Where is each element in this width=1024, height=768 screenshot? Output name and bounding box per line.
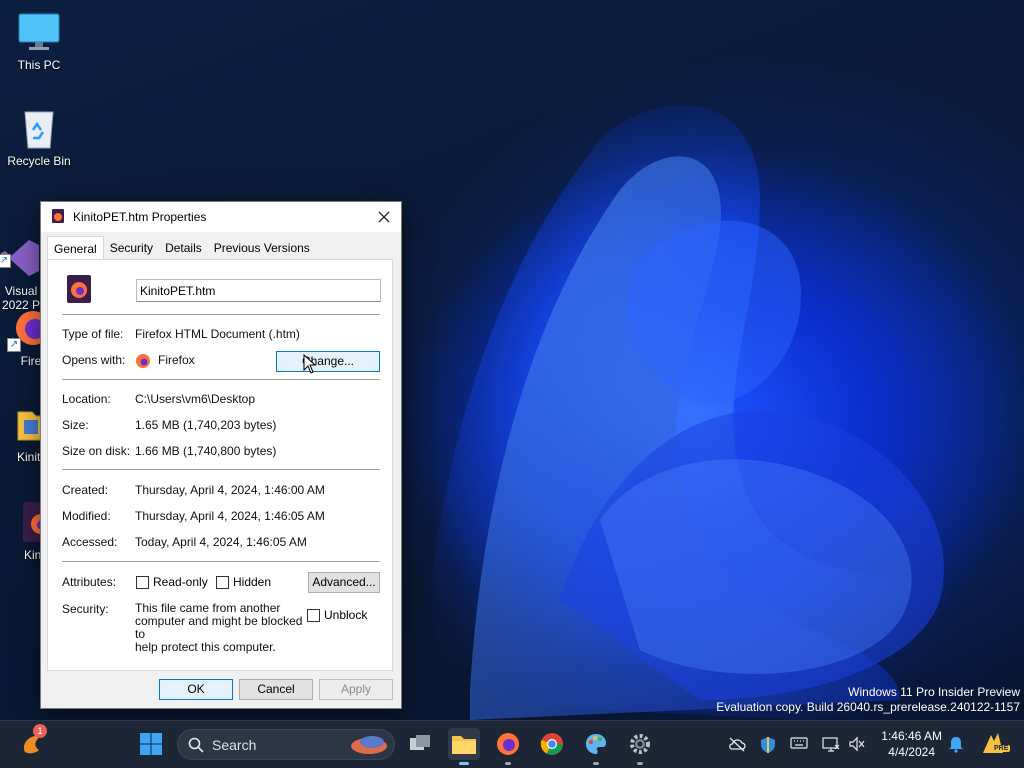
- chrome-taskbar-button[interactable]: [536, 728, 568, 760]
- file-type-icon: [51, 208, 65, 226]
- firefox-taskbar-button[interactable]: [492, 728, 524, 765]
- created-label: Created:: [62, 483, 109, 497]
- dialog-titlebar[interactable]: KinitoPET.htm Properties: [41, 202, 401, 232]
- paint-palette-icon: [586, 734, 606, 754]
- notification-bell-icon[interactable]: [948, 735, 964, 756]
- search-icon: [188, 737, 204, 753]
- checkbox-box[interactable]: [216, 575, 229, 589]
- task-view-icon: [410, 735, 430, 750]
- size-value: 1.65 MB (1,740,203 bytes): [135, 418, 277, 432]
- evaluation-watermark: Windows 11 Pro Insider Preview Evaluatio…: [716, 685, 1020, 715]
- cloud-offline-icon[interactable]: [728, 736, 746, 755]
- taskbar-search[interactable]: Search: [177, 729, 395, 760]
- location-value: C:\Users\vm6\Desktop: [135, 392, 256, 406]
- accessed-label: Accessed:: [62, 535, 118, 549]
- chrome-icon: [540, 733, 563, 755]
- size-on-disk-label: Size on disk:: [62, 444, 131, 458]
- unblock-checkbox[interactable]: Unblock: [307, 608, 367, 622]
- filename-field[interactable]: KinitoPET.htm: [136, 279, 381, 302]
- modified-value: Thursday, April 4, 2024, 1:46:05 AM: [135, 509, 325, 523]
- ok-button[interactable]: OK: [159, 679, 233, 700]
- desktop-icon-label: Recycle Bin: [7, 154, 71, 168]
- search-highlight-icon: [350, 732, 388, 757]
- desktop-icon-this-pc[interactable]: This PC: [0, 10, 78, 72]
- security-line-2: computer and might be blocked to: [135, 614, 303, 641]
- folder-icon: [452, 736, 476, 754]
- keyboard-icon[interactable]: [790, 736, 808, 753]
- desktop-icon-label: This PC: [17, 58, 61, 72]
- paint-taskbar-button[interactable]: [580, 728, 612, 765]
- watermark-line-1: Windows 11 Pro Insider Preview: [848, 685, 1020, 699]
- divider: [62, 314, 380, 315]
- opens-with-label: Opens with:: [62, 353, 126, 367]
- clock-time: 1:46:46 AM: [881, 729, 942, 743]
- windows-logo-icon: [140, 733, 162, 755]
- tab-strip: General Security Details Previous Versio…: [47, 236, 316, 260]
- change-button[interactable]: Change...: [276, 351, 380, 372]
- location-label: Location:: [62, 392, 111, 406]
- visual-studio-icon: ↗: [0, 222, 43, 276]
- security-label: Security:: [62, 602, 109, 616]
- shortcut-arrow-icon: ↗: [7, 338, 21, 352]
- size-label: Size:: [62, 418, 89, 432]
- monitor-icon: [17, 10, 61, 54]
- watermark-line-2: Evaluation copy. Build 26040.rs_prerelea…: [716, 700, 1020, 714]
- apply-button[interactable]: Apply: [319, 679, 393, 700]
- firefox-small-icon: [135, 353, 151, 372]
- tab-details[interactable]: Details: [159, 238, 208, 260]
- hidden-label: Hidden: [233, 575, 272, 589]
- tab-general[interactable]: General: [47, 236, 104, 260]
- notification-count-badge: 1: [33, 724, 47, 738]
- unblock-label: Unblock: [324, 608, 368, 622]
- advanced-button[interactable]: Advanced...: [308, 572, 380, 593]
- divider: [62, 379, 380, 380]
- insider-preview-icon[interactable]: PRE: [980, 731, 1011, 760]
- settings-taskbar-button[interactable]: [624, 728, 656, 765]
- gear-icon: [630, 734, 650, 754]
- file-large-icon: [66, 274, 92, 307]
- dialog-title: KinitoPET.htm Properties: [73, 210, 207, 224]
- task-view-button[interactable]: [404, 728, 436, 760]
- security-message: This file came from another computer and…: [135, 602, 305, 654]
- close-button[interactable]: [367, 202, 401, 232]
- security-shield-icon[interactable]: [760, 736, 776, 757]
- start-button[interactable]: [135, 728, 167, 760]
- created-value: Thursday, April 4, 2024, 1:46:00 AM: [135, 483, 325, 497]
- search-placeholder: Search: [212, 736, 257, 753]
- widgets-button[interactable]: 1: [17, 724, 49, 758]
- file-explorer-button[interactable]: [448, 728, 480, 765]
- properties-dialog: KinitoPET.htm Properties General Securit…: [40, 201, 402, 709]
- tab-previous-versions[interactable]: Previous Versions: [208, 238, 316, 260]
- opens-with-value: Firefox: [158, 353, 195, 367]
- network-icon[interactable]: [822, 736, 840, 755]
- desktop-icon-recycle-bin[interactable]: Recycle Bin: [0, 106, 78, 168]
- mouse-cursor-icon: [303, 353, 317, 377]
- accessed-value: Today, April 4, 2024, 1:46:05 AM: [135, 535, 307, 549]
- hidden-checkbox[interactable]: Hidden: [216, 575, 271, 589]
- type-value: Firefox HTML Document (.htm): [135, 327, 300, 341]
- close-icon: [378, 211, 390, 223]
- clock-date: 4/4/2024: [888, 745, 935, 759]
- attributes-label: Attributes:: [62, 575, 117, 589]
- pre-badge: PRE: [992, 745, 1011, 752]
- modified-label: Modified:: [62, 509, 111, 523]
- divider: [62, 469, 380, 470]
- size-on-disk-value: 1.66 MB (1,740,800 bytes): [135, 444, 277, 458]
- type-label: Type of file:: [62, 327, 124, 341]
- firefox-icon: [497, 733, 519, 755]
- readonly-checkbox[interactable]: Read-only: [136, 575, 208, 589]
- checkbox-box[interactable]: [136, 575, 149, 589]
- cancel-button[interactable]: Cancel: [239, 679, 313, 700]
- volume-muted-icon[interactable]: [848, 736, 866, 755]
- tab-security[interactable]: Security: [104, 238, 159, 260]
- divider: [62, 561, 380, 562]
- checkbox-box[interactable]: [307, 608, 320, 622]
- shortcut-arrow-icon: ↗: [0, 254, 11, 268]
- general-tab-panel: KinitoPET.htm Type of file: Firefox HTML…: [47, 259, 393, 671]
- recycle-bin-icon: [17, 106, 61, 150]
- security-line-3: help protect this computer.: [135, 640, 276, 654]
- system-clock[interactable]: 1:46:46 AM 4/4/2024: [881, 728, 942, 760]
- readonly-label: Read-only: [153, 575, 208, 589]
